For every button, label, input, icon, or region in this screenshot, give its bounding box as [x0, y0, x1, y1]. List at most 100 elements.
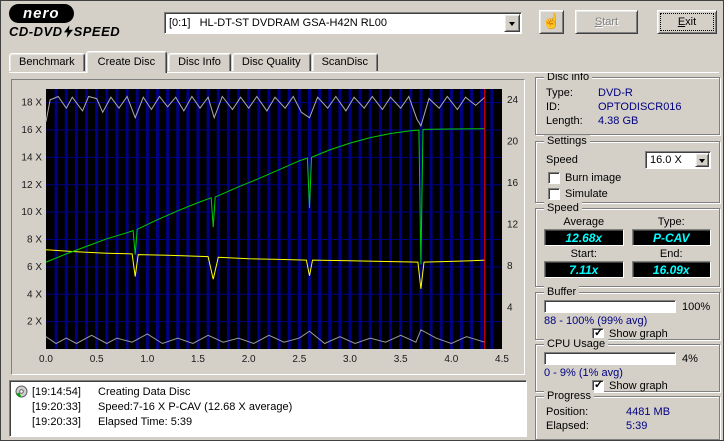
progress-position-row: Position: 4481 MB [536, 405, 719, 419]
disc-id-row: ID: OPTODISCR016 [536, 100, 719, 114]
log-line: [19:20:33] Elapsed Time: 5:39 [32, 415, 192, 429]
log-text: Elapsed Time: 5:39 [98, 416, 193, 428]
settings-title: Settings [544, 135, 590, 147]
svg-text:2.0: 2.0 [242, 354, 256, 365]
tab-scandisc[interactable]: ScanDisc [311, 53, 379, 71]
burn-image-label: Burn image [565, 172, 622, 184]
product-name: CD-DVD SPEED [9, 24, 120, 39]
buffer-bar [544, 300, 676, 313]
tab-disc-info-label: Disc Info [178, 56, 221, 68]
speed-group: Speed Average Type: 12.68x P-CAV Start: … [535, 202, 720, 287]
svg-text:3.5: 3.5 [394, 354, 408, 365]
log-time: [19:20:33] [32, 401, 81, 413]
chevron-down-icon [509, 21, 515, 29]
drive-select-dropdown-button[interactable] [504, 14, 520, 32]
cpu-bar-row: 4% [536, 351, 719, 366]
status-log: [19:14:54] Creating Data Disc [19:20:33]… [9, 380, 527, 437]
write-speed-row: Speed 16.0 X [536, 150, 719, 170]
lightning-bolt-icon [63, 25, 73, 38]
simulate-option: Simulate [548, 186, 719, 202]
disc-info-group: Disc info Type: DVD-R ID: OPTODISCR016 L… [535, 71, 720, 135]
svg-text:14 X: 14 X [21, 152, 42, 163]
tab-disc-quality[interactable]: Disc Quality [231, 53, 311, 71]
svg-text:1.5: 1.5 [191, 354, 205, 365]
log-time: [19:20:33] [32, 416, 81, 428]
disc-write-icon [15, 385, 28, 398]
chevron-down-icon [699, 158, 705, 166]
svg-text:1.0: 1.0 [140, 354, 154, 365]
burn-image-checkbox[interactable] [548, 172, 560, 184]
write-speed-value: 16.0 X [650, 154, 682, 166]
buffer-show-graph-option: Show graph [592, 326, 719, 340]
speed-end-label: End: [659, 248, 683, 260]
hand-pointer-button[interactable]: ☝ [539, 10, 564, 34]
tab-scandisc-label: ScanDisc [321, 56, 369, 68]
progress-group: Progress Position: 4481 MB Elapsed: 5:39 [535, 390, 720, 440]
svg-text:16: 16 [507, 178, 519, 189]
hand-pointer-icon: ☝ [542, 13, 561, 30]
start-button[interactable]: Start [575, 10, 638, 34]
log-text: Speed:7-16 X P-CAV (12.68 X average) [98, 401, 293, 413]
svg-text:0.0: 0.0 [39, 354, 53, 365]
buffer-title: Buffer [544, 286, 580, 298]
cpu-usage-title: CPU Usage [544, 338, 609, 350]
write-speed-label: Speed [546, 154, 578, 166]
cpu-bar [544, 352, 676, 365]
svg-text:8 X: 8 X [27, 235, 42, 246]
disc-id-value: OPTODISCR016 [598, 101, 682, 113]
cpu-range-row: 0 - 9% (1% avg) [536, 366, 719, 380]
svg-text:4: 4 [507, 303, 513, 314]
start-button-label: Start [594, 16, 619, 28]
write-speed-combobox[interactable]: 16.0 X [645, 151, 711, 169]
buffer-bar-row: 100% [536, 299, 719, 314]
tab-disc-info[interactable]: Disc Info [168, 53, 231, 71]
cpu-usage-group: CPU Usage 4% 0 - 9% (1% avg) Show graph [535, 338, 720, 392]
log-line: [19:14:54] Creating Data Disc [32, 385, 190, 399]
disc-id-label: ID: [546, 101, 561, 113]
speed-start-value: 7.11x [544, 261, 624, 278]
svg-text:20: 20 [507, 136, 519, 147]
exit-button[interactable]: Exit [657, 10, 717, 34]
product-name-right: SPEED [73, 24, 121, 39]
progress-elapsed-row: Elapsed: 5:39 [536, 419, 719, 433]
tab-benchmark-label: Benchmark [19, 56, 75, 68]
disc-length-row: Length: 4.38 GB [536, 114, 719, 128]
speed-average-label: Average [563, 216, 605, 228]
svg-text:6 X: 6 X [27, 262, 42, 273]
cpu-show-graph-label: Show graph [609, 380, 668, 392]
speed-end-value: 16.09x [631, 261, 711, 278]
svg-text:12 X: 12 X [21, 180, 42, 191]
nero-brand-logo: nero [9, 4, 74, 23]
chart-svg: 18 X 16 X 14 X 12 X 10 X 8 X 6 X 4 X 2 X 24 20 16 12… [21, 89, 519, 365]
cpu-range: 0 - 9% (1% avg) [544, 367, 623, 379]
chart-panel: 18 X 16 X 14 X 12 X 10 X 8 X 6 X 4 X 2 X 24 20 16 12… [11, 79, 525, 375]
svg-text:4.5: 4.5 [495, 354, 509, 365]
progress-elapsed-value: 5:39 [626, 420, 648, 432]
disc-type-value: DVD-R [598, 87, 633, 99]
svg-text:3.0: 3.0 [343, 354, 357, 365]
buffer-show-graph-label: Show graph [609, 328, 668, 340]
svg-text:4 X: 4 X [27, 289, 42, 300]
simulate-checkbox[interactable] [548, 188, 560, 200]
disc-type-label: Type: [546, 87, 573, 99]
progress-title: Progress [544, 390, 595, 402]
svg-text:12: 12 [507, 219, 519, 230]
drive-select-combobox[interactable]: [0:1] HL-DT-ST DVDRAM GSA-H42N RL00 [164, 12, 522, 34]
svg-text:10 X: 10 X [21, 207, 42, 218]
simulate-label: Simulate [565, 188, 608, 200]
svg-text:8: 8 [507, 261, 513, 272]
tab-benchmark[interactable]: Benchmark [9, 53, 85, 71]
progress-elapsed-label: Elapsed: [546, 420, 589, 432]
cpu-percent: 4% [682, 352, 698, 365]
cpu-show-graph-option: Show graph [592, 378, 719, 392]
speed-title: Speed [544, 202, 582, 214]
tab-create-disc[interactable]: Create Disc [85, 51, 168, 73]
svg-text:0.5: 0.5 [90, 354, 104, 365]
settings-group: Settings Speed 16.0 X Burn image Simulat… [535, 135, 720, 203]
burn-image-option: Burn image [548, 170, 719, 186]
write-speed-dropdown-button[interactable] [695, 153, 709, 167]
exit-button-label: Exit [677, 16, 697, 28]
disc-type-row: Type: DVD-R [536, 86, 719, 100]
progress-position-label: Position: [546, 406, 589, 418]
buffer-range-row: 88 - 100% (99% avg) [536, 314, 719, 328]
